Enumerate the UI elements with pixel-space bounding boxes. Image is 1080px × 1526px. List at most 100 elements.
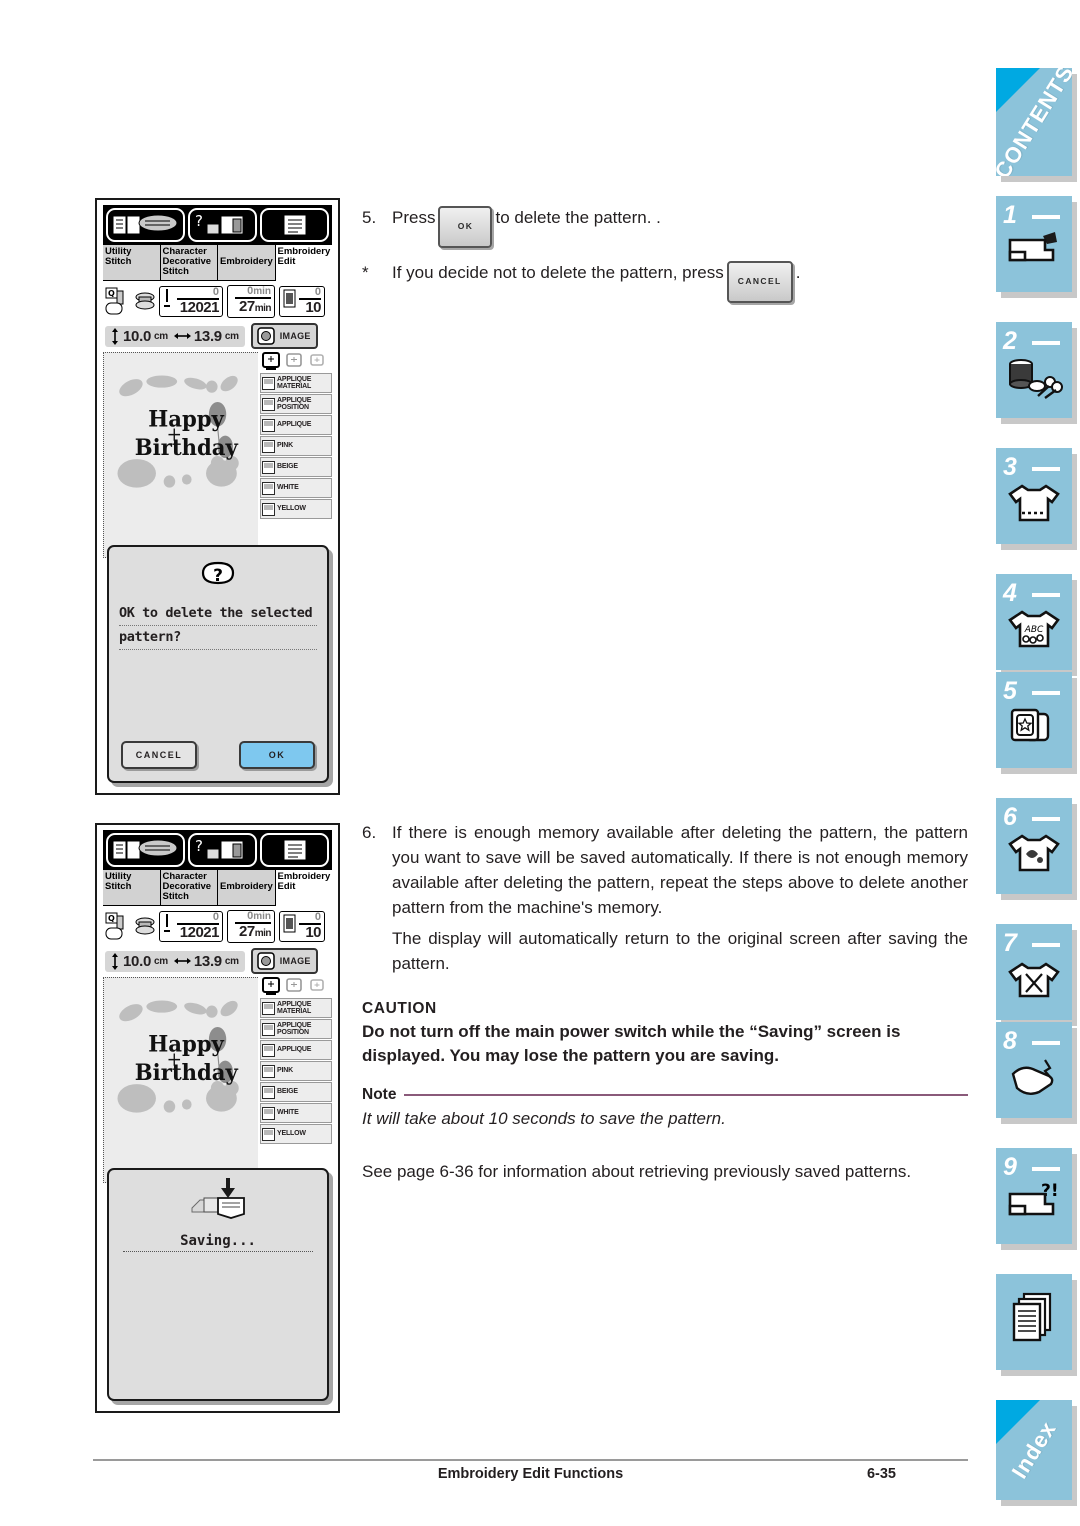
happy-birthday-pattern: Happy Birthday	[117, 1000, 239, 1113]
hoop-medium-icon[interactable]	[283, 352, 305, 371]
svg-text:Happy: Happy	[148, 407, 225, 433]
tab-embroidery[interactable]: Embroidery	[218, 245, 276, 281]
image-button[interactable]: IMAGE	[250, 948, 318, 974]
saving-underline	[123, 1251, 313, 1252]
color-list-item[interactable]: APPLIQUE MATERIAL	[260, 373, 332, 393]
tab-5-number: 5	[1003, 677, 1017, 705]
dialog-ok-button[interactable]: OK	[239, 741, 315, 769]
embroidery-card-icon	[996, 706, 1072, 748]
embroidery-canvas[interactable]: Happy Birthday	[103, 352, 258, 558]
step-6-number: 6.	[362, 823, 377, 842]
tab-utility-stitch[interactable]: Utility Stitch	[103, 245, 161, 281]
tab-embroidery-edit[interactable]: Embroidery Edit	[275, 245, 332, 281]
hoop-size-selector	[260, 977, 332, 998]
tab-3-dash	[1032, 467, 1060, 471]
tab-contents[interactable]: CONTENTS	[996, 68, 1072, 176]
checklist-document-icon	[283, 839, 307, 861]
step-5-body: Press OK to delete the pattern. .	[392, 205, 968, 248]
tab-chapter-7[interactable]: 7	[996, 924, 1072, 1020]
tab-appendix[interactable]	[996, 1274, 1072, 1370]
hoop-large-icon[interactable]	[260, 352, 282, 371]
tool-button-help[interactable]: ?	[187, 833, 257, 867]
color-counter: 0 10	[279, 286, 325, 317]
tab-chapter-4[interactable]: 4 ABC	[996, 574, 1072, 670]
lcd-size-row: 10.0 cm 13.9 cm IMAGE	[103, 320, 332, 352]
color-list-item[interactable]: APPLIQUE POSITION	[260, 1019, 332, 1039]
color-list-item[interactable]: YELLOW	[260, 499, 332, 519]
image-button[interactable]: IMAGE	[250, 323, 318, 349]
thread-spool-icon	[283, 914, 296, 933]
step-5-note: * If you decide not to delete the patter…	[362, 260, 968, 303]
tab-embroidery[interactable]: Embroidery	[218, 870, 276, 906]
color-swatch	[262, 1064, 275, 1078]
color-list-item[interactable]: APPLIQUE	[260, 415, 332, 435]
caution-heading: CAUTION	[362, 1000, 437, 1017]
tab-label-line3: Stitch	[162, 891, 189, 902]
tab-character-decorative-stitch[interactable]: Character Decorative Stitch	[160, 870, 218, 906]
color-list-item[interactable]: BEIGE	[260, 457, 332, 477]
tool-button-book[interactable]	[106, 208, 185, 242]
color-list-item[interactable]: APPLIQUE	[260, 1040, 332, 1060]
saving-dialog: Saving...	[107, 1168, 329, 1401]
cancel-button-inline[interactable]: CANCEL	[726, 261, 793, 303]
tab-chapter-6[interactable]: 6	[996, 798, 1072, 894]
book-thread-icon	[112, 214, 178, 235]
time-current-unit: min	[253, 286, 271, 297]
tab-index[interactable]: Index	[996, 1400, 1072, 1500]
color-name: YELLOW	[277, 1130, 306, 1138]
tab-character-decorative-stitch[interactable]: Character Decorative Stitch	[160, 245, 218, 281]
tab-chapter-5[interactable]: 5	[996, 672, 1072, 768]
footer-page-number: 6-35	[866, 1466, 896, 1482]
hoop-medium-icon[interactable]	[283, 977, 305, 996]
size-height: 10.0	[123, 327, 151, 345]
hoop-large-icon[interactable]	[260, 977, 282, 996]
time-total-unit: min	[254, 303, 272, 314]
tab-embroidery-edit[interactable]: Embroidery Edit	[275, 870, 332, 906]
tab-chapter-9[interactable]: 9 ?!	[996, 1148, 1072, 1244]
color-list-item[interactable]: PINK	[260, 436, 332, 456]
color-list-item[interactable]: WHITE	[260, 1103, 332, 1123]
machine-troubleshoot-icon: ?!	[996, 1182, 1072, 1224]
time-total: 27	[239, 923, 255, 940]
tool-button-list[interactable]	[259, 833, 329, 867]
image-button-label: IMAGE	[279, 956, 311, 966]
color-list-item[interactable]: PINK	[260, 1061, 332, 1081]
tool-button-list[interactable]	[259, 208, 329, 242]
time-total-unit: min	[254, 928, 272, 939]
instruction-column: 5. Press OK to delete the pattern. . * If …	[362, 205, 968, 309]
hoop-preview-icon	[256, 952, 275, 970]
tab-3-number: 3	[1003, 453, 1017, 481]
color-name: APPLIQUE	[277, 1046, 312, 1054]
tab-label-line2: Edit	[277, 256, 296, 267]
hoop-small-icon[interactable]	[306, 352, 328, 371]
note-star-marker: *	[362, 263, 369, 282]
tab-chapter-8[interactable]: 8	[996, 1022, 1072, 1118]
color-list-item[interactable]: APPLIQUE MATERIAL	[260, 998, 332, 1018]
saving-message: Saving...	[180, 1233, 256, 1249]
tool-button-help[interactable]: ?	[187, 208, 257, 242]
tab-utility-stitch[interactable]: Utility Stitch	[103, 870, 161, 906]
thread-spool-scissors-icon	[996, 356, 1072, 400]
color-swatch	[262, 439, 275, 453]
tab-chapter-3[interactable]: 3	[996, 448, 1072, 544]
tab-1-dash	[1032, 215, 1060, 219]
color-list-item[interactable]: WHITE	[260, 478, 332, 498]
ok-button-inline[interactable]: OK	[438, 206, 493, 248]
tab-chapter-2[interactable]: 2	[996, 322, 1072, 418]
hoop-small-icon[interactable]	[306, 977, 328, 996]
color-name: BEIGE	[277, 1088, 298, 1096]
tab-label-line2: Edit	[277, 881, 296, 892]
tab-chapter-1[interactable]: 1	[996, 196, 1072, 292]
tool-button-book[interactable]	[106, 833, 185, 867]
color-list-item[interactable]: YELLOW	[260, 1124, 332, 1144]
color-list-item[interactable]: BEIGE	[260, 1082, 332, 1102]
hoop-presser-icon: Q	[105, 912, 124, 939]
lcd-mode-tabs: Utility Stitch Character Decorative Stit…	[103, 870, 332, 906]
color-name: APPLIQUE	[277, 421, 312, 429]
color-list-item[interactable]: APPLIQUE POSITION	[260, 394, 332, 414]
dialog-cancel-button[interactable]: CANCEL	[121, 741, 197, 769]
tab-9-number: 9	[1003, 1153, 1017, 1181]
embroidery-canvas[interactable]: Happy Birthday	[103, 977, 258, 1183]
side-tab-rail: CONTENTS 1 2 3 4 ABC 5 6 7 8 9 ?! Index	[988, 0, 1080, 1526]
note-star-text-before: If you decide not to delete the pattern,…	[392, 263, 724, 282]
